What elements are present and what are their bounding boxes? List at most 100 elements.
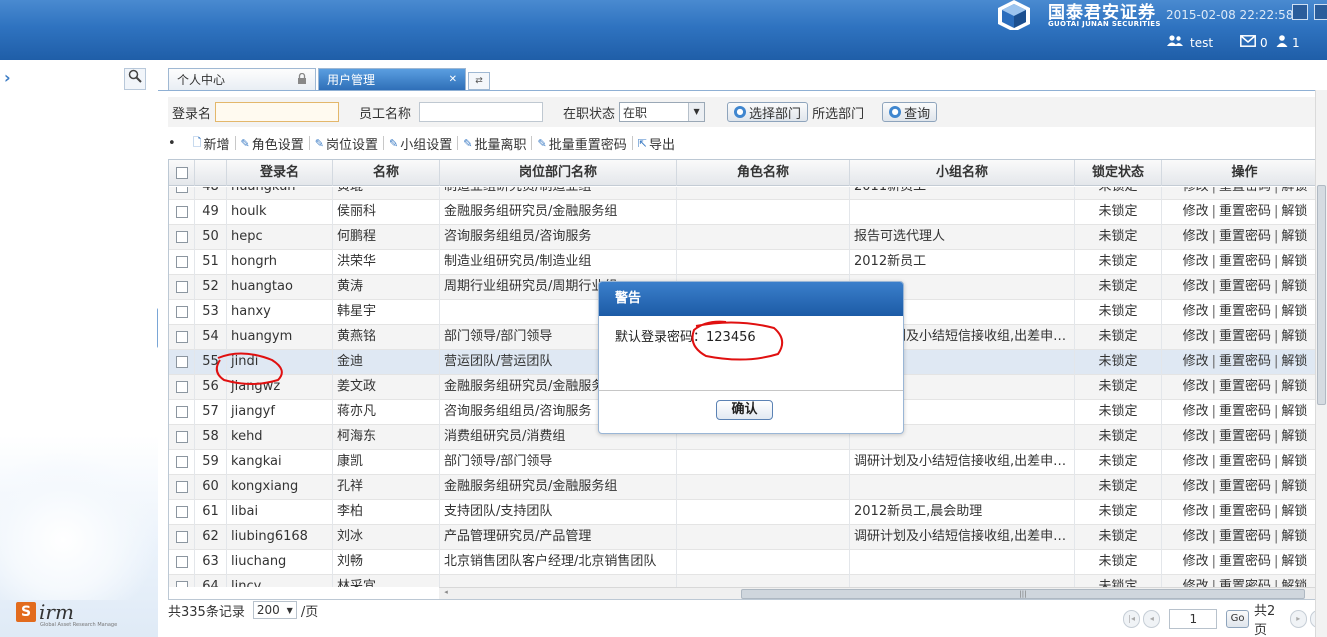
row-checkbox[interactable] (175, 430, 188, 443)
confirm-button[interactable]: 确认 (716, 400, 773, 420)
unlock-link[interactable]: 解锁 (1281, 229, 1307, 244)
edit-link[interactable]: 修改 (1183, 504, 1209, 519)
batch-reset-password-button[interactable]: ✎ 批量重置密码 (532, 134, 631, 153)
edit-link[interactable]: 修改 (1183, 204, 1209, 219)
reset-password-link[interactable]: 重置密码 (1219, 479, 1271, 494)
unlock-link[interactable]: 解锁 (1281, 187, 1307, 194)
unlock-link[interactable]: 解锁 (1281, 454, 1307, 469)
edit-link[interactable]: 修改 (1183, 529, 1209, 544)
table-row[interactable]: 50 hepc 何鹏程 咨询服务组组员/咨询服务 报告可选代理人 未锁定 修改 | 重置密码 | 解… (169, 225, 1326, 250)
unlock-link[interactable]: 解锁 (1281, 354, 1307, 369)
edit-link[interactable]: 修改 (1183, 404, 1209, 419)
column-header-role[interactable]: 角色名称 (677, 160, 850, 186)
reset-password-link[interactable]: 重置密码 (1219, 204, 1271, 219)
unlock-link[interactable]: 解锁 (1281, 479, 1307, 494)
row-checkbox[interactable] (175, 530, 188, 543)
reset-password-link[interactable]: 重置密码 (1219, 454, 1271, 469)
status-select[interactable]: 在职 ▼ (619, 102, 706, 122)
go-button[interactable]: Go (1226, 610, 1249, 628)
unlock-link[interactable]: 解锁 (1281, 579, 1307, 587)
table-row[interactable]: 48huangkun黄琨制造业组研究员/制造业组2011新员工未锁定修改|重置密… (169, 187, 1326, 200)
edit-link[interactable]: 修改 (1183, 429, 1209, 444)
edit-link[interactable]: 修改 (1183, 254, 1209, 269)
column-header-name[interactable]: 名称 (333, 160, 440, 186)
table-row[interactable]: 62 liubing6168 刘冰 产品管理研究员/产品管理 调研计划及小结短信接收组,… (169, 525, 1326, 550)
reset-password-link[interactable]: 重置密码 (1219, 229, 1271, 244)
edit-link[interactable]: 修改 (1183, 354, 1209, 369)
edit-link[interactable]: 修改 (1183, 304, 1209, 319)
table-row[interactable]: 51 hongrh 洪荣华 制造业组研究员/制造业组 2012新员工 未锁定 修改 | 重置密码… (169, 250, 1326, 275)
edit-link[interactable]: 修改 (1183, 554, 1209, 569)
post-settings-button[interactable]: ✎ 岗位设置 (310, 134, 383, 153)
unlock-link[interactable]: 解锁 (1281, 329, 1307, 344)
reset-password-link[interactable]: 重置密码 (1219, 304, 1271, 319)
unlock-link[interactable]: 解锁 (1281, 554, 1307, 569)
select-all-checkbox[interactable] (175, 166, 188, 179)
vertical-scrollbar[interactable] (1315, 90, 1327, 637)
unlock-link[interactable]: 解锁 (1281, 404, 1307, 419)
column-header-login[interactable]: 登录名 (227, 160, 333, 186)
table-row[interactable]: 63 liuchang 刘畅 北京销售团队客户经理/北京销售团队 未锁定 修改 | 重置密码 |… (169, 550, 1326, 575)
edit-link[interactable]: 修改 (1183, 229, 1209, 244)
row-checkbox[interactable] (175, 480, 188, 493)
reset-password-link[interactable]: 重置密码 (1219, 329, 1271, 344)
row-checkbox[interactable] (175, 255, 188, 268)
reset-password-link[interactable]: 重置密码 (1219, 404, 1271, 419)
role-settings-button[interactable]: ✎ 角色设置 (236, 134, 309, 153)
row-checkbox[interactable] (175, 305, 188, 318)
reset-password-link[interactable]: 重置密码 (1219, 354, 1271, 369)
select-department-button[interactable]: ● 选择部门 (727, 102, 809, 122)
row-checkbox[interactable] (175, 355, 188, 368)
table-row[interactable]: 60 kongxiang 孔祥 金融服务组研究员/金融服务组 未锁定 修改 | 重置密码 | 解锁 (169, 475, 1326, 500)
unlock-link[interactable]: 解锁 (1281, 279, 1307, 294)
row-checkbox[interactable] (175, 555, 188, 568)
unlock-link[interactable]: 解锁 (1281, 254, 1307, 269)
table-row[interactable]: 64 lincy 林采宜 未锁定 修改 | 重置密码 | 解锁 (169, 575, 1326, 587)
reset-password-link[interactable]: 重置密码 (1219, 187, 1271, 194)
batch-leave-button[interactable]: ✎ 批量离职 (458, 134, 531, 153)
current-user[interactable]: test (1166, 35, 1213, 50)
column-header-lock[interactable]: 锁定状态 (1075, 160, 1162, 186)
table-row[interactable]: 61 libai 李柏 支持团队/支持团队 2012新员工,晨会助理 未锁定 修改 | 重置密码… (169, 500, 1326, 525)
column-header-dept[interactable]: 岗位部门名称 (440, 160, 677, 186)
window-close-button[interactable] (1314, 4, 1327, 20)
reset-password-link[interactable]: 重置密码 (1219, 554, 1271, 569)
group-settings-button[interactable]: ✎ 小组设置 (384, 134, 457, 153)
reset-password-link[interactable]: 重置密码 (1219, 279, 1271, 294)
row-checkbox[interactable] (175, 505, 188, 518)
row-checkbox[interactable] (175, 330, 188, 343)
unlock-link[interactable]: 解锁 (1281, 429, 1307, 444)
unlock-link[interactable]: 解锁 (1281, 379, 1307, 394)
reset-password-link[interactable]: 重置密码 (1219, 529, 1271, 544)
edit-link[interactable]: 修改 (1183, 579, 1209, 587)
edit-link[interactable]: 修改 (1183, 454, 1209, 469)
table-row[interactable]: 59 kangkai 康凯 部门领导/部门领导 调研计划及小结短信接收组,出差申请单… 未… (169, 450, 1326, 475)
query-button[interactable]: ● 查询 (882, 102, 938, 122)
unlock-link[interactable]: 解锁 (1281, 204, 1307, 219)
employee-name-input[interactable] (419, 102, 544, 122)
tab-refresh-icon[interactable]: ⇄ (468, 72, 490, 90)
first-page-icon[interactable]: |◂ (1123, 610, 1141, 628)
reset-password-link[interactable]: 重置密码 (1219, 579, 1271, 587)
row-checkbox[interactable] (175, 187, 188, 193)
window-restore-button[interactable] (1292, 4, 1308, 20)
column-header-group[interactable]: 小组名称 (850, 160, 1075, 186)
row-checkbox[interactable] (175, 455, 188, 468)
table-row[interactable]: 49 houlk 侯丽科 金融服务组研究员/金融服务组 未锁定 修改 | 重置密码 | 解锁 (169, 200, 1326, 225)
edit-link[interactable]: 修改 (1183, 187, 1209, 194)
page-number-input[interactable]: 1 (1169, 609, 1218, 629)
reset-password-link[interactable]: 重置密码 (1219, 429, 1271, 444)
unlock-link[interactable]: 解锁 (1281, 504, 1307, 519)
edit-link[interactable]: 修改 (1183, 329, 1209, 344)
close-icon[interactable]: ✕ (449, 74, 457, 85)
new-button[interactable]: 🗋 新增 (188, 134, 235, 153)
next-page-icon[interactable]: ▸ (1289, 610, 1307, 628)
login-name-input[interactable] (215, 102, 340, 122)
unlock-link[interactable]: 解锁 (1281, 304, 1307, 319)
row-checkbox[interactable] (175, 230, 188, 243)
tab-user-management[interactable]: 用户管理 ✕ (318, 68, 466, 90)
reset-password-link[interactable]: 重置密码 (1219, 379, 1271, 394)
reset-password-link[interactable]: 重置密码 (1219, 504, 1271, 519)
row-checkbox[interactable] (175, 380, 188, 393)
edit-link[interactable]: 修改 (1183, 279, 1209, 294)
